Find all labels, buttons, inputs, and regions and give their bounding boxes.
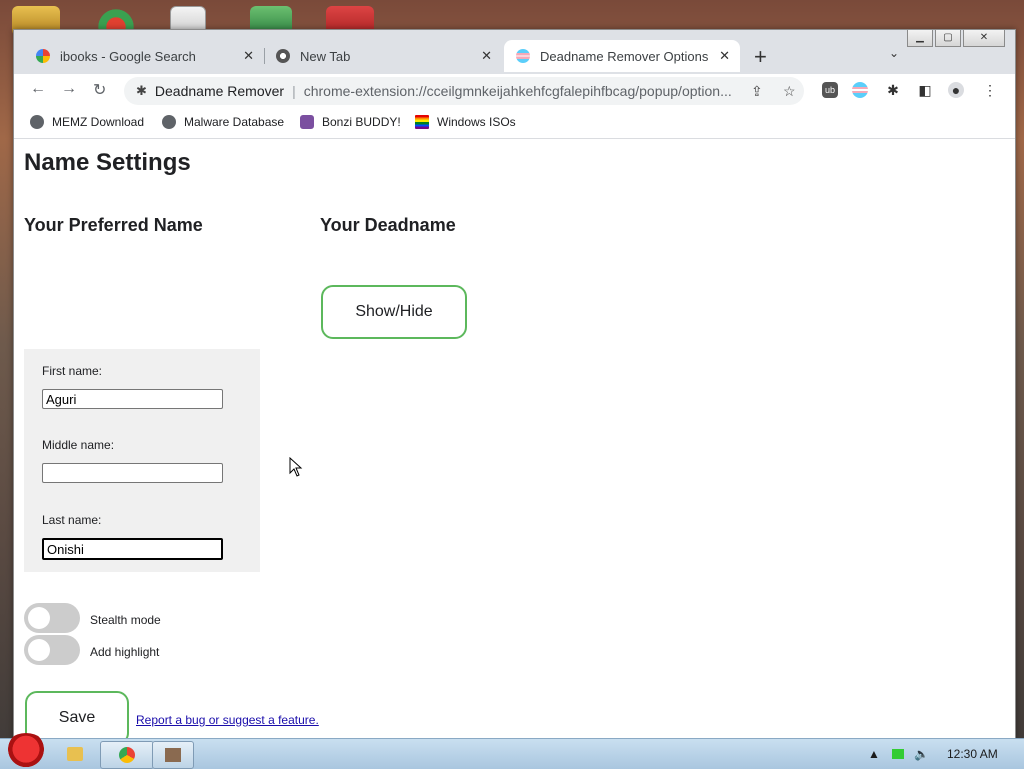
- preferred-name-heading: Your Preferred Name: [24, 215, 203, 235]
- page-title: Name Settings: [24, 149, 191, 176]
- middle-name-input[interactable]: [42, 463, 223, 483]
- first-name-label: First name:: [42, 364, 103, 378]
- globe-icon: [30, 115, 44, 129]
- middle-name-label: Middle name:: [42, 438, 115, 452]
- bookmark-malware-database[interactable]: Malware Database: [162, 115, 284, 129]
- rainbow-flag-icon: [415, 115, 429, 129]
- bookmark-label: Windows ISOs: [437, 115, 516, 129]
- mouse-pointer-icon: [289, 457, 303, 477]
- tab-deadname-remover-options[interactable]: Deadname Remover Options ✕: [504, 40, 740, 72]
- reload-icon[interactable]: ↻: [93, 80, 106, 100]
- bookmark-memz[interactable]: MEMZ Download: [30, 115, 144, 129]
- stealth-mode-label: Stealth mode: [90, 613, 161, 627]
- close-tab-icon[interactable]: ✕: [481, 48, 492, 64]
- bookmark-star-icon[interactable]: ☆: [783, 83, 796, 100]
- ublock-icon[interactable]: ub: [822, 82, 838, 98]
- maximize-button[interactable]: ▢: [935, 30, 961, 47]
- taskbar-app-button[interactable]: [152, 741, 194, 769]
- menu-kebab-icon[interactable]: ⋮: [982, 82, 998, 98]
- profile-avatar-icon[interactable]: ●: [948, 82, 964, 98]
- add-highlight-toggle[interactable]: [24, 635, 80, 665]
- tab-new-tab[interactable]: New Tab ✕: [264, 40, 502, 72]
- report-bug-link[interactable]: Report a bug or suggest a feature.: [136, 713, 319, 727]
- taskbar: ▲ 🔈 12:30 AM: [0, 733, 1024, 769]
- extensions-puzzle-icon[interactable]: ✱: [885, 82, 901, 98]
- extension-name: Deadname Remover: [154, 83, 285, 99]
- stealth-mode-toggle[interactable]: [24, 603, 80, 633]
- bonzi-icon: [300, 115, 314, 129]
- folder-icon: [67, 747, 83, 761]
- tab-google-search[interactable]: ibooks - Google Search ✕: [24, 40, 264, 72]
- bookmark-bonzi-buddy[interactable]: Bonzi BUDDY!: [300, 115, 401, 129]
- app-icon: [165, 748, 181, 762]
- taskbar-explorer-icon[interactable]: [52, 741, 98, 767]
- deadname-remover-extension-icon[interactable]: [852, 82, 868, 98]
- bookmark-label: MEMZ Download: [52, 115, 145, 129]
- bookmark-windows-isos[interactable]: Windows ISOs: [415, 115, 516, 129]
- chrome-icon: [276, 49, 290, 63]
- new-tab-button[interactable]: +: [754, 44, 767, 70]
- volume-icon[interactable]: 🔈: [914, 747, 929, 761]
- last-name-input[interactable]: [42, 538, 223, 560]
- window-controls: ▁ ▢ ✕: [905, 30, 1005, 47]
- globe-icon: [162, 115, 176, 129]
- browser-toolbar: ← → ↻ ✱ Deadname Remover | chrome-extens…: [14, 74, 1015, 108]
- back-arrow-icon[interactable]: ←: [30, 80, 46, 98]
- tab-search-chevron-icon[interactable]: ⌄: [889, 46, 899, 60]
- toggle-knob: [28, 607, 50, 629]
- network-icon[interactable]: [892, 749, 904, 759]
- start-button-angry-bird-icon[interactable]: [4, 733, 48, 769]
- tab-title: ibooks - Google Search: [60, 48, 196, 64]
- minimize-button[interactable]: ▁: [907, 30, 933, 47]
- deadname-heading: Your Deadname: [320, 215, 456, 235]
- tab-title: Deadname Remover Options: [540, 48, 709, 64]
- browser-window: ibooks - Google Search ✕ New Tab ✕ Deadn…: [13, 29, 1016, 745]
- last-name-label: Last name:: [42, 513, 102, 527]
- share-icon[interactable]: ⇪: [751, 83, 763, 100]
- options-page: Name Settings Your Preferred Name Your D…: [14, 139, 1015, 745]
- forward-arrow-icon[interactable]: →: [61, 80, 77, 98]
- side-panel-icon[interactable]: ◧: [917, 82, 933, 98]
- show-hidden-icons-chevron-icon[interactable]: ▲: [868, 747, 880, 761]
- close-tab-icon[interactable]: ✕: [719, 48, 730, 64]
- show-hide-button[interactable]: Show/Hide: [321, 285, 467, 339]
- close-window-button[interactable]: ✕: [963, 30, 1005, 47]
- tab-strip: ibooks - Google Search ✕ New Tab ✕ Deadn…: [14, 30, 1015, 74]
- address-bar[interactable]: ✱ Deadname Remover | chrome-extension://…: [124, 77, 804, 105]
- bookmark-label: Malware Database: [184, 115, 285, 129]
- bookmarks-bar: MEMZ Download Malware Database Bonzi BUD…: [14, 108, 1015, 139]
- taskbar-chrome-button[interactable]: [100, 741, 154, 769]
- preferred-name-form: First name: Middle name: Last name:: [24, 349, 260, 572]
- address-url: chrome-extension://cceilgmnkeijahkehfcgf…: [303, 83, 732, 99]
- chrome-icon: [119, 747, 135, 763]
- close-tab-icon[interactable]: ✕: [243, 48, 254, 64]
- bookmark-label: Bonzi BUDDY!: [322, 115, 401, 129]
- first-name-input[interactable]: [42, 389, 223, 409]
- toggle-knob: [28, 639, 50, 661]
- tab-title: New Tab: [300, 48, 351, 64]
- add-highlight-label: Add highlight: [90, 645, 160, 659]
- puzzle-icon: ✱: [136, 83, 147, 98]
- address-divider: |: [292, 83, 296, 99]
- google-g-icon: [36, 49, 50, 63]
- clock[interactable]: 12:30 AM: [947, 747, 998, 761]
- trans-flag-icon: [516, 49, 530, 63]
